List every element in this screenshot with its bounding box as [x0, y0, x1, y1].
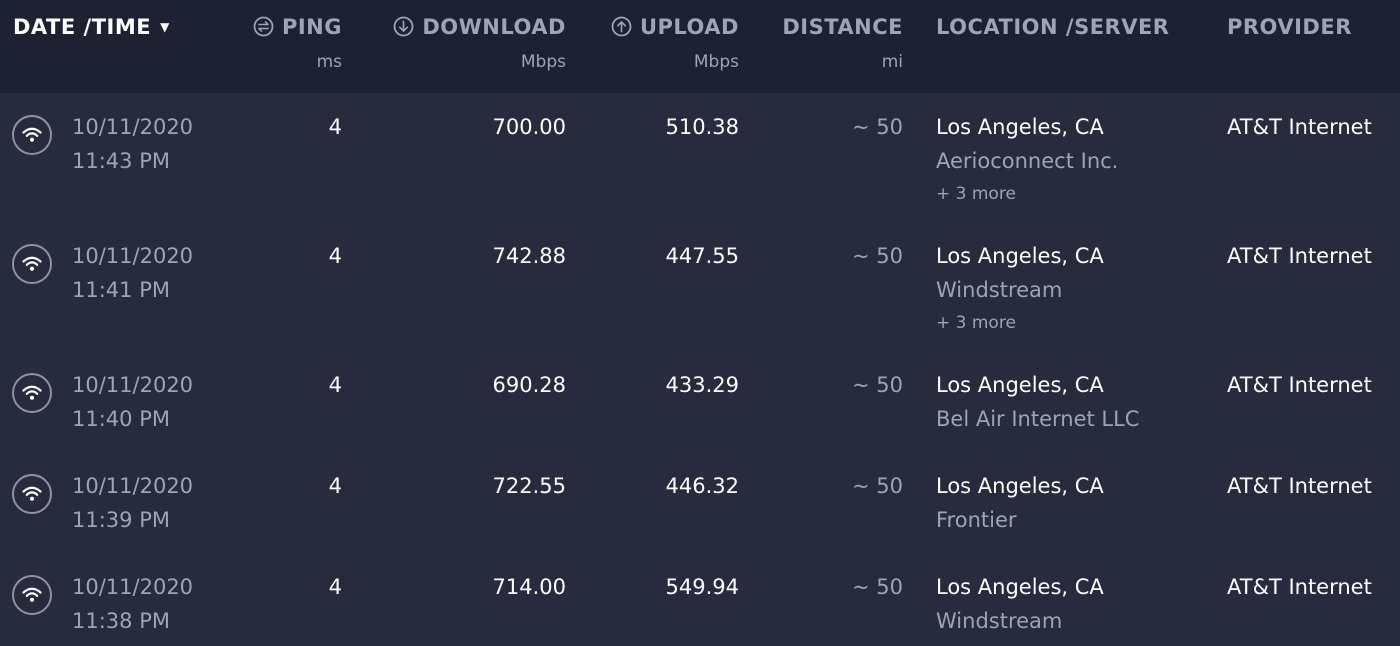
ping-value: 4: [328, 575, 342, 599]
upload-value: 510.38: [665, 115, 739, 139]
column-header-ping[interactable]: PING: [253, 13, 342, 44]
server-value: Frontier: [936, 508, 1017, 532]
distance-unit: mi: [881, 52, 903, 72]
upload-value: 447.55: [665, 244, 739, 268]
column-header-location-server[interactable]: LOCATION /SERVER: [936, 13, 1169, 41]
download-unit: Mbps: [520, 52, 566, 72]
provider-value: AT&T Internet: [1227, 575, 1372, 599]
distance-header-label: DISTANCE: [782, 15, 903, 39]
location-value: Los Angeles, CA: [936, 373, 1104, 397]
server-value: Windstream: [936, 278, 1063, 302]
wifi-icon: [12, 115, 52, 155]
table-row[interactable]: 10/11/2020 11:38 PM 4 714.00 549.94 ~ 50…: [0, 573, 1400, 646]
table-header: DATE /TIME ▼ PING ms DOWNLOAD Mbps UPLOA…: [0, 0, 1400, 93]
column-header-distance[interactable]: DISTANCE: [782, 13, 903, 41]
wifi-icon: [12, 575, 52, 615]
test-date: 10/11/2020: [72, 373, 194, 397]
provider-value: AT&T Internet: [1227, 373, 1372, 397]
more-servers-link[interactable]: + 3 more: [936, 180, 1016, 208]
distance-value: ~ 50: [852, 575, 903, 599]
test-time: 11:38 PM: [72, 609, 170, 633]
column-header-provider[interactable]: PROVIDER: [1227, 13, 1352, 41]
download-arrow-icon: [393, 16, 414, 44]
location-value: Los Angeles, CA: [936, 575, 1104, 599]
upload-header-label: UPLOAD: [639, 15, 739, 39]
distance-value: ~ 50: [852, 115, 903, 139]
upload-unit: Mbps: [693, 52, 739, 72]
ping-value: 4: [328, 373, 342, 397]
test-time: 11:41 PM: [72, 278, 170, 302]
provider-value: AT&T Internet: [1227, 244, 1372, 268]
download-header-label: DOWNLOAD: [422, 15, 566, 39]
upload-value: 549.94: [665, 575, 739, 599]
wifi-icon: [12, 373, 52, 413]
more-servers-link[interactable]: + 3 more: [936, 309, 1016, 337]
table-row[interactable]: 10/11/2020 11:41 PM 4 742.88 447.55 ~ 50…: [0, 242, 1400, 357]
location-value: Los Angeles, CA: [936, 474, 1104, 498]
location-value: Los Angeles, CA: [936, 115, 1104, 139]
ping-icon: [253, 16, 274, 44]
server-value: Aerioconnect Inc.: [936, 149, 1119, 173]
location-server-header-label: LOCATION /SERVER: [936, 15, 1170, 39]
download-value: 722.55: [492, 474, 566, 498]
date-time-header-label: DATE /TIME: [13, 15, 152, 39]
server-value: Windstream: [936, 609, 1063, 633]
upload-value: 446.32: [665, 474, 739, 498]
download-value: 700.00: [492, 115, 566, 139]
column-header-download[interactable]: DOWNLOAD: [393, 13, 566, 44]
wifi-icon: [12, 244, 52, 284]
ping-header-label: PING: [281, 15, 342, 39]
upload-value: 433.29: [665, 373, 739, 397]
test-time: 11:43 PM: [72, 149, 170, 173]
test-date: 10/11/2020: [72, 575, 194, 599]
test-date: 10/11/2020: [72, 115, 194, 139]
test-time: 11:39 PM: [72, 508, 170, 532]
test-date: 10/11/2020: [72, 244, 194, 268]
provider-header-label: PROVIDER: [1227, 15, 1352, 39]
download-value: 742.88: [492, 244, 566, 268]
table-row[interactable]: 10/11/2020 11:39 PM 4 722.55 446.32 ~ 50…: [0, 472, 1400, 562]
distance-value: ~ 50: [852, 373, 903, 397]
ping-unit: ms: [316, 52, 342, 72]
provider-value: AT&T Internet: [1227, 115, 1372, 139]
upload-arrow-icon: [611, 16, 632, 44]
ping-value: 4: [328, 474, 342, 498]
distance-value: ~ 50: [852, 474, 903, 498]
table-row[interactable]: 10/11/2020 11:40 PM 4 690.28 433.29 ~ 50…: [0, 371, 1400, 461]
distance-value: ~ 50: [852, 244, 903, 268]
column-header-upload[interactable]: UPLOAD: [611, 13, 739, 44]
results-history-table: DATE /TIME ▼ PING ms DOWNLOAD Mbps UPLOA…: [0, 0, 1400, 646]
server-value: Bel Air Internet LLC: [936, 407, 1140, 431]
caret-down-icon: ▼: [160, 20, 170, 34]
download-value: 690.28: [492, 373, 566, 397]
provider-value: AT&T Internet: [1227, 474, 1372, 498]
ping-value: 4: [328, 115, 342, 139]
ping-value: 4: [328, 244, 342, 268]
location-value: Los Angeles, CA: [936, 244, 1104, 268]
download-value: 714.00: [492, 575, 566, 599]
table-row[interactable]: 10/11/2020 11:43 PM 4 700.00 510.38 ~ 50…: [0, 113, 1400, 228]
test-time: 11:40 PM: [72, 407, 170, 431]
column-header-date-time[interactable]: DATE /TIME ▼: [13, 13, 170, 41]
wifi-icon: [12, 474, 52, 514]
test-date: 10/11/2020: [72, 474, 194, 498]
